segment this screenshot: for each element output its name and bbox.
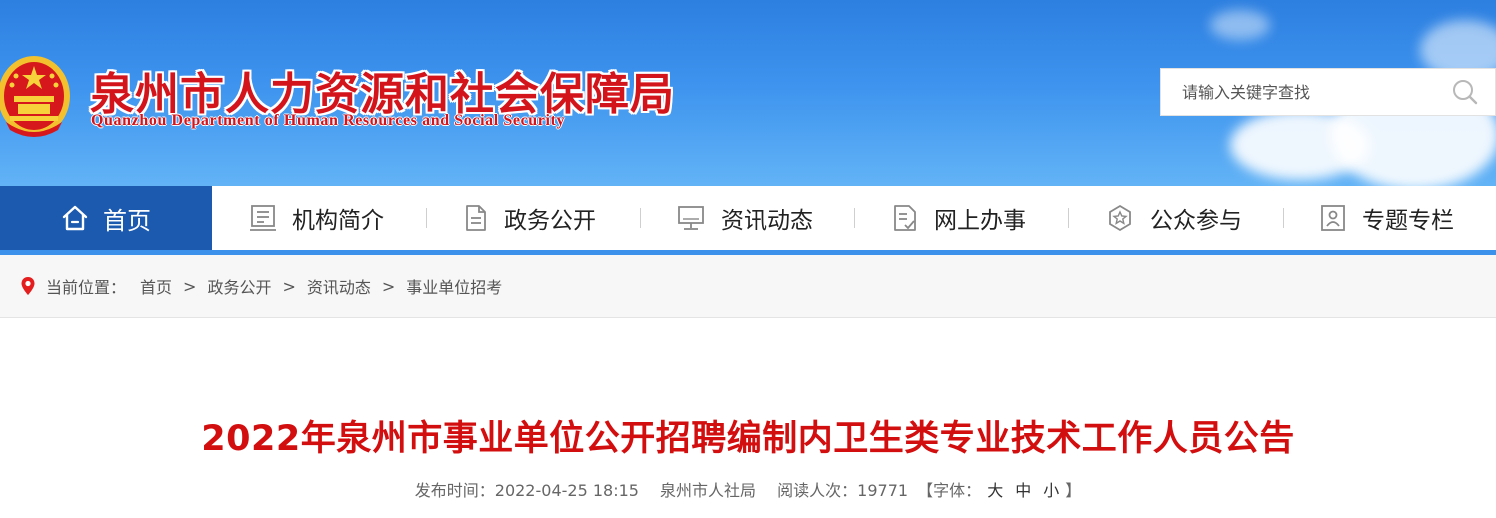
column-icon bbox=[1321, 205, 1345, 231]
font-size-large-button[interactable]: 大 bbox=[987, 481, 1003, 500]
nav-item-home[interactable]: 首页 bbox=[0, 186, 212, 250]
nav-item-gov[interactable]: 政务公开 bbox=[464, 186, 596, 250]
nav-item-online[interactable]: 网上办事 bbox=[892, 186, 1026, 250]
nav-divider bbox=[854, 208, 855, 228]
location-pin-icon bbox=[21, 277, 35, 295]
nav-item-label: 机构简介 bbox=[292, 208, 384, 234]
breadcrumb-prefix: 当前位置： bbox=[46, 278, 127, 297]
publish-time: 2022-04-25 18:15 bbox=[494, 481, 639, 500]
breadcrumb-item-current[interactable]: 事业单位招考 bbox=[406, 274, 502, 298]
home-icon bbox=[62, 205, 88, 231]
nav-item-label: 专题专栏 bbox=[1362, 208, 1454, 234]
nav-item-news[interactable]: 资讯动态 bbox=[677, 186, 813, 250]
nav-item-org[interactable]: 机构简介 bbox=[250, 186, 384, 250]
nav-item-special[interactable]: 专题专栏 bbox=[1320, 186, 1454, 250]
document-icon bbox=[466, 205, 486, 231]
nav-divider bbox=[1283, 208, 1284, 228]
breadcrumb-separator: > bbox=[183, 276, 197, 296]
nav-divider bbox=[1068, 208, 1069, 228]
nav-home-label: 首页 bbox=[103, 206, 151, 235]
main-nav: 首页 机构简介 政务公开 资讯动态 网上办事 公众参与 专题专栏 bbox=[0, 186, 1496, 250]
article-source: 泉州市人社局 bbox=[660, 481, 757, 500]
nav-divider bbox=[640, 208, 641, 228]
cloud-decoration bbox=[1210, 10, 1270, 40]
search-box bbox=[1160, 68, 1496, 116]
org-icon bbox=[250, 205, 276, 231]
breadcrumb-item-home[interactable]: 首页 bbox=[140, 274, 172, 298]
form-icon bbox=[894, 205, 916, 231]
national-emblem-icon bbox=[0, 56, 70, 137]
article-meta: 发布时间：2022-04-25 18:15 泉州市人社局 阅读人次：19771 … bbox=[0, 477, 1496, 501]
search-icon bbox=[1453, 80, 1478, 105]
nav-item-label: 资讯动态 bbox=[721, 208, 813, 234]
breadcrumb-item-gov[interactable]: 政务公开 bbox=[207, 274, 271, 298]
views-count: 19771 bbox=[857, 481, 909, 500]
article-title: 2022年泉州市事业单位公开招聘编制内卫生类专业技术工作人员公告 bbox=[201, 419, 1295, 459]
search-input[interactable] bbox=[1161, 69, 1441, 115]
nav-item-label: 网上办事 bbox=[934, 208, 1026, 234]
font-size-small-button[interactable]: 小 bbox=[1043, 481, 1059, 500]
nav-item-label: 政务公开 bbox=[504, 208, 596, 234]
nav-item-label: 公众参与 bbox=[1150, 208, 1242, 234]
site-title-en: Quanzhou Department of Human Resources a… bbox=[91, 112, 566, 129]
search-button[interactable] bbox=[1435, 69, 1495, 115]
participation-icon bbox=[1109, 204, 1131, 232]
views-label: 阅读人次： bbox=[777, 481, 858, 500]
breadcrumb: 当前位置： 首页 > 政务公开 > 资讯动态 > 事业单位招考 bbox=[0, 255, 1496, 318]
breadcrumb-item-news[interactable]: 资讯动态 bbox=[307, 274, 371, 298]
breadcrumb-separator: > bbox=[381, 276, 396, 296]
nav-item-public[interactable]: 公众参与 bbox=[1106, 186, 1242, 250]
font-size-close: 】 bbox=[1065, 481, 1082, 500]
font-size-medium-button[interactable]: 中 bbox=[1015, 481, 1031, 500]
nav-divider bbox=[426, 208, 427, 228]
header-banner: 泉州市人力资源和社会保障局 Quanzhou Department of Hum… bbox=[0, 0, 1496, 186]
font-size-label: 【字体： bbox=[917, 481, 982, 500]
breadcrumb-separator: > bbox=[282, 276, 296, 296]
monitor-icon bbox=[678, 206, 704, 230]
publish-time-label: 发布时间： bbox=[414, 481, 495, 500]
